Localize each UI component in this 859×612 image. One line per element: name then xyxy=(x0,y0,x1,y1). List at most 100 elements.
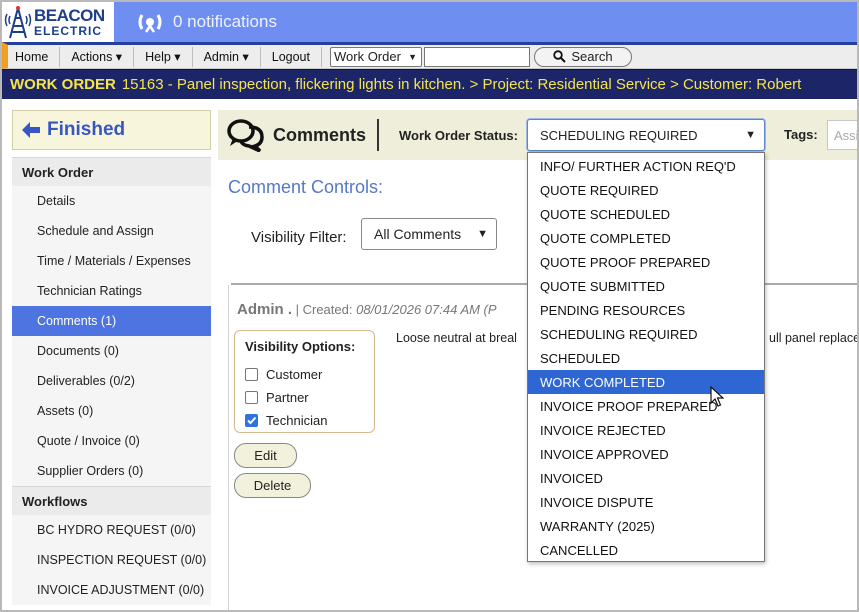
status-option[interactable]: WARRANTY (2025) xyxy=(528,514,764,538)
technician-label: Technician xyxy=(266,413,328,428)
visibility-filter-select[interactable]: All Comments ▼ xyxy=(361,218,497,250)
status-dropdown-list: INFO/ FURTHER ACTION REQ'D QUOTE REQUIRED… xyxy=(527,152,765,562)
nav-divider xyxy=(259,46,261,67)
nav-logout[interactable]: Logout xyxy=(265,50,317,64)
status-option[interactable]: CANCELLED xyxy=(528,538,764,562)
visibility-customer[interactable]: Customer xyxy=(245,363,364,386)
work-order-status-select[interactable]: SCHEDULING REQUIRED ▼ xyxy=(527,119,765,151)
customer-checkbox[interactable] xyxy=(245,368,258,381)
page-title: Comments xyxy=(273,124,367,145)
work-order-breadcrumb: 15163 - Panel inspection, flickering lig… xyxy=(121,76,802,93)
mouse-cursor-icon xyxy=(710,386,724,407)
company-logo[interactable]: BEACON ELECTRIC xyxy=(2,2,114,42)
sidebar-item-technician-ratings[interactable]: Technician Ratings xyxy=(12,276,211,306)
comments-icon xyxy=(227,119,264,152)
status-option[interactable]: INVOICE APPROVED xyxy=(528,442,764,466)
sidebar-item-time-materials[interactable]: Time / Materials / Expenses xyxy=(12,246,211,276)
comment-body: Loose neutral at breal xyxy=(396,331,517,345)
status-option[interactable]: QUOTE REQUIRED xyxy=(528,178,764,202)
checkmark-icon xyxy=(247,416,257,425)
nav-home[interactable]: Home xyxy=(8,50,55,64)
search-input[interactable] xyxy=(423,46,530,67)
nav-divider xyxy=(133,46,135,67)
status-option[interactable]: QUOTE COMPLETED xyxy=(528,226,764,250)
delete-button[interactable]: Delete xyxy=(234,473,311,498)
sidebar-item-quote-invoice[interactable]: Quote / Invoice (0) xyxy=(12,426,211,456)
status-option[interactable]: INVOICE PROOF PREPARED xyxy=(528,394,764,418)
status-option[interactable]: SCHEDULED xyxy=(528,346,764,370)
work-order-label: WORK ORDER xyxy=(10,76,116,93)
sidebar-item-comments[interactable]: Comments (1) xyxy=(12,306,211,336)
tags-input[interactable]: Assi xyxy=(827,120,857,150)
notifications[interactable]: 0 notifications xyxy=(137,11,277,33)
status-option[interactable]: QUOTE SCHEDULED xyxy=(528,202,764,226)
comment-created-label: | Created: xyxy=(295,302,353,317)
sidebar-item-inspection[interactable]: INSPECTION REQUEST (0/0) xyxy=(12,545,211,575)
visibility-options-title: Visibility Options: xyxy=(245,339,356,354)
comment-meta: Admin . | Created: 08/01/2026 07:44 AM (… xyxy=(237,301,497,318)
status-option[interactable]: INVOICE DISPUTE xyxy=(528,490,764,514)
comment-created-date: 08/01/2026 07:44 AM (P xyxy=(356,302,497,317)
nav-divider xyxy=(59,46,61,67)
sidebar-item-details[interactable]: Details xyxy=(12,186,211,216)
search-button[interactable]: Search xyxy=(533,46,632,67)
arrow-left-icon xyxy=(22,122,40,138)
sidebar-item-supplier-orders[interactable]: Supplier Orders (0) xyxy=(12,456,211,486)
status-option[interactable]: INVOICED xyxy=(528,466,764,490)
sidebar-item-bc-hydro[interactable]: BC HYDRO REQUEST (0/0) xyxy=(12,515,211,545)
work-order-title-bar: WORK ORDER 15163 - Panel inspection, fli… xyxy=(2,69,857,99)
chevron-down-icon: ▼ xyxy=(477,228,488,240)
status-option[interactable]: WORK COMPLETED xyxy=(528,370,764,394)
status-option[interactable]: QUOTE PROOF PREPARED xyxy=(528,250,764,274)
technician-checkbox[interactable] xyxy=(245,414,258,427)
nav-divider xyxy=(191,46,193,67)
status-option[interactable]: INVOICE REJECTED xyxy=(528,418,764,442)
status-option[interactable]: SCHEDULING REQUIRED xyxy=(528,322,764,346)
visibility-options: Visibility Options: Customer Partner Tec… xyxy=(234,330,375,433)
search-icon xyxy=(553,50,567,63)
work-order-status-value: SCHEDULING REQUIRED xyxy=(540,127,698,143)
sidebar-item-assets[interactable]: Assets (0) xyxy=(12,396,211,426)
comment-controls-title: Comment Controls: xyxy=(228,177,384,197)
visibility-filter-label: Visibility Filter: xyxy=(251,229,347,246)
search-type-value: Work Order xyxy=(333,49,401,64)
edit-button[interactable]: Edit xyxy=(234,443,297,468)
sidebar: Finished Work Order Details Schedule and… xyxy=(12,110,211,610)
top-bar: BEACON ELECTRIC 0 notifications xyxy=(2,2,857,42)
sidebar-item-invoice-adjustment[interactable]: INVOICE ADJUSTMENT (0/0) xyxy=(12,575,211,605)
visibility-partner[interactable]: Partner xyxy=(245,386,364,409)
logo-line2: ELECTRIC xyxy=(34,24,102,38)
tags-label: Tags: xyxy=(784,127,818,142)
comment-body-tail: ull panel replace xyxy=(769,331,859,345)
header-divider xyxy=(377,119,380,151)
status-option[interactable]: INFO/ FURTHER ACTION REQ'D xyxy=(528,154,764,178)
logo-line1: BEACON xyxy=(34,6,105,25)
nav-actions[interactable]: Actions ▾ xyxy=(64,49,129,64)
nav-divider xyxy=(320,46,322,67)
visibility-technician[interactable]: Technician xyxy=(245,409,364,432)
work-order-status-label: Work Order Status: xyxy=(399,127,518,143)
status-option[interactable]: QUOTE SUBMITTED xyxy=(528,274,764,298)
chevron-down-icon: ▼ xyxy=(745,129,756,141)
partner-label: Partner xyxy=(266,390,309,405)
visibility-filter-value: All Comments xyxy=(374,226,462,242)
nav-bar: Home Actions ▾ Help ▾ Admin ▾ Logout Wor… xyxy=(2,42,857,69)
sidebar-item-schedule[interactable]: Schedule and Assign xyxy=(12,216,211,246)
broadcast-icon xyxy=(138,14,162,33)
nav-help[interactable]: Help ▾ xyxy=(138,49,187,64)
tower-logo-icon xyxy=(4,6,32,39)
sidebar-item-deliverables[interactable]: Deliverables (0/2) xyxy=(12,366,211,396)
finished-button[interactable]: Finished xyxy=(12,110,211,150)
sidebar-section-work-order: Work Order xyxy=(12,157,211,186)
sidebar-item-documents[interactable]: Documents (0) xyxy=(12,336,211,366)
search-type-select[interactable]: Work Order ▼ xyxy=(329,46,422,67)
status-option[interactable]: PENDING RESOURCES xyxy=(528,298,764,322)
comment-author: Admin . xyxy=(237,301,292,318)
finished-label: Finished xyxy=(47,119,126,140)
search-button-label: Search xyxy=(571,49,613,64)
content-border xyxy=(228,285,229,610)
sidebar-section-workflows: Workflows xyxy=(12,486,211,515)
nav-admin[interactable]: Admin ▾ xyxy=(197,49,256,64)
customer-label: Customer xyxy=(266,367,323,382)
partner-checkbox[interactable] xyxy=(245,391,258,404)
